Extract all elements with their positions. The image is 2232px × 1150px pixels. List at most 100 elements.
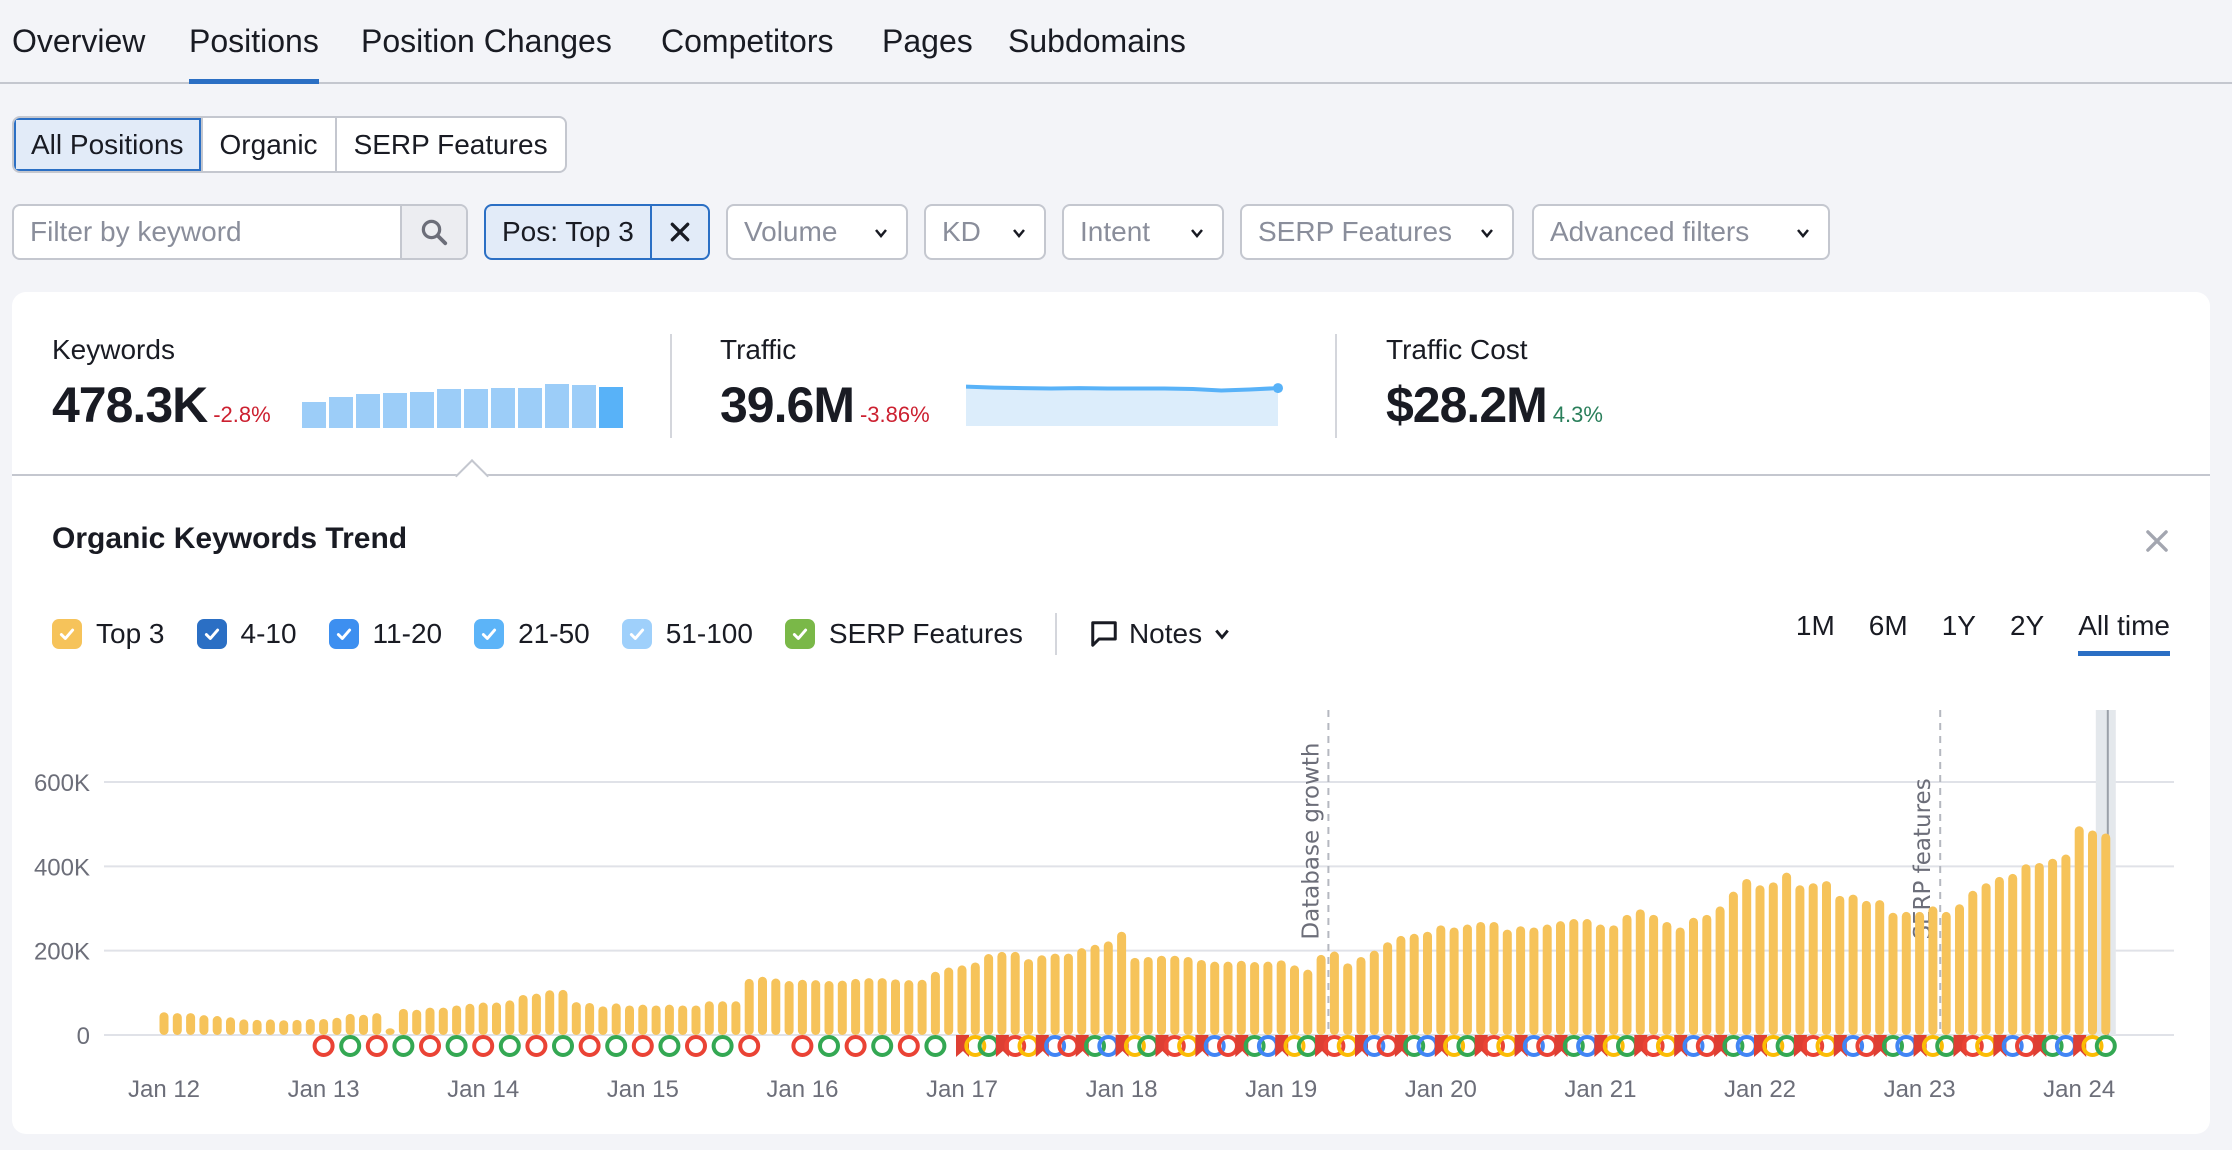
google-update-icon[interactable] xyxy=(605,1035,628,1057)
bar-top-3[interactable] xyxy=(797,979,807,1035)
bar-top-3[interactable] xyxy=(492,1002,501,1035)
bar-top-3[interactable] xyxy=(2008,873,2018,1035)
range-6m[interactable]: 6M xyxy=(1869,610,1908,650)
bar-top-3[interactable] xyxy=(1157,955,1166,1035)
bar-top-3[interactable] xyxy=(1103,941,1113,1035)
bar-top-3[interactable] xyxy=(1063,953,1073,1035)
google-update-icon[interactable] xyxy=(445,1035,468,1057)
bar-top-3[interactable] xyxy=(1143,956,1153,1035)
bar-top-3[interactable] xyxy=(638,1004,648,1035)
bar-top-3[interactable] xyxy=(1449,927,1459,1035)
bar-top-3[interactable] xyxy=(1010,951,1020,1035)
google-update-icon[interactable] xyxy=(2054,1035,2077,1057)
bar-top-3[interactable] xyxy=(1968,890,1978,1035)
bar-top-3[interactable] xyxy=(425,1007,435,1035)
bar-top-3[interactable] xyxy=(771,978,781,1035)
intent-dropdown[interactable]: Intent xyxy=(1062,204,1224,260)
bar-top-3[interactable] xyxy=(1529,927,1539,1035)
bar-top-3[interactable] xyxy=(731,1001,741,1035)
bar-top-3[interactable] xyxy=(611,1003,621,1035)
tab-subdomains[interactable]: Subdomains xyxy=(1008,20,1186,82)
bar-top-3[interactable] xyxy=(1130,957,1140,1035)
bar-top-3[interactable] xyxy=(398,1008,408,1035)
bar-top-3[interactable] xyxy=(1329,951,1339,1035)
bar-top-3[interactable] xyxy=(877,978,887,1035)
bar-top-3[interactable] xyxy=(1343,963,1353,1035)
range-1y[interactable]: 1Y xyxy=(1942,610,1976,650)
tab-competitors[interactable]: Competitors xyxy=(661,20,834,82)
bar-top-3[interactable] xyxy=(1994,876,2004,1035)
bar-top-3[interactable] xyxy=(811,980,821,1035)
bar-top-3[interactable] xyxy=(1462,924,1472,1035)
bar-top-3[interactable] xyxy=(930,971,940,1035)
bar-top-3[interactable] xyxy=(505,1000,515,1035)
bar-top-3[interactable] xyxy=(917,979,927,1035)
google-update-icon[interactable] xyxy=(844,1035,867,1057)
notes-dropdown[interactable]: Notes xyxy=(1089,618,1230,650)
bar-top-3[interactable] xyxy=(478,1002,488,1035)
bar-top-3[interactable] xyxy=(1356,956,1366,1035)
bar-top-3[interactable] xyxy=(598,1006,608,1035)
bar-top-3[interactable] xyxy=(1782,872,1792,1035)
google-update-icon[interactable] xyxy=(472,1035,495,1057)
bar-top-3[interactable] xyxy=(851,978,861,1035)
bar-top-3[interactable] xyxy=(226,1017,235,1035)
bar-top-3[interactable] xyxy=(1276,960,1286,1035)
segment-serp-features[interactable]: SERP Features xyxy=(337,118,565,171)
bar-top-3[interactable] xyxy=(1981,883,1991,1035)
google-update-icon[interactable] xyxy=(897,1035,920,1057)
bar-top-3[interactable] xyxy=(172,1013,182,1035)
bar-top-3[interactable] xyxy=(2074,826,2084,1035)
bar-top-3[interactable] xyxy=(1196,959,1206,1035)
tab-position-changes[interactable]: Position Changes xyxy=(361,20,612,82)
bar-top-3[interactable] xyxy=(292,1019,302,1035)
volume-dropdown[interactable]: Volume xyxy=(726,204,908,260)
bar-top-3[interactable] xyxy=(345,1013,355,1035)
bar-top-3[interactable] xyxy=(891,979,900,1035)
keywords-metric[interactable]: Keywords 478.3K -2.8% xyxy=(52,334,271,434)
google-update-icon[interactable] xyxy=(312,1035,335,1057)
google-update-icon[interactable] xyxy=(658,1035,681,1057)
bar-top-3[interactable] xyxy=(1928,906,1938,1035)
bar-top-3[interactable] xyxy=(691,1005,701,1035)
google-update-icon[interactable] xyxy=(552,1035,574,1057)
range-all-time[interactable]: All time xyxy=(2078,610,2170,656)
bar-top-3[interactable] xyxy=(1396,935,1406,1035)
bar-top-3[interactable] xyxy=(1050,953,1060,1035)
bar-top-3[interactable] xyxy=(1822,881,1831,1035)
google-update-icon[interactable] xyxy=(339,1035,362,1057)
bar-top-3[interactable] xyxy=(625,1005,634,1035)
legend-4-10[interactable]: 4-10 xyxy=(196,618,297,650)
bar-top-3[interactable] xyxy=(1263,961,1273,1035)
bar-top-3[interactable] xyxy=(1569,919,1579,1035)
bar-top-3[interactable] xyxy=(1848,894,1858,1035)
google-update-icon[interactable] xyxy=(365,1035,388,1057)
google-update-icon[interactable] xyxy=(1536,1035,1559,1057)
range-2y[interactable]: 2Y xyxy=(2010,610,2044,650)
bar-top-3[interactable] xyxy=(1250,962,1260,1035)
bar-top-3[interactable] xyxy=(744,978,754,1035)
bar-top-3[interactable] xyxy=(252,1019,262,1035)
bar-top-3[interactable] xyxy=(651,1005,661,1035)
google-update-icon[interactable] xyxy=(1177,1035,1200,1057)
legend-21-50[interactable]: 21-50 xyxy=(474,618,590,650)
bar-top-3[interactable] xyxy=(1516,926,1526,1035)
bar-top-3[interactable] xyxy=(1675,927,1685,1035)
google-update-icon[interactable] xyxy=(711,1035,734,1057)
bar-top-3[interactable] xyxy=(718,1001,728,1035)
bar-top-3[interactable] xyxy=(1901,911,1911,1035)
bar-top-3[interactable] xyxy=(2021,864,2031,1035)
google-update-icon[interactable] xyxy=(1137,1035,1160,1057)
bar-top-3[interactable] xyxy=(1476,921,1486,1035)
tab-positions[interactable]: Positions xyxy=(189,20,319,84)
bar-top-3[interactable] xyxy=(1875,900,1885,1035)
bar-top-3[interactable] xyxy=(2048,858,2058,1035)
google-update-icon[interactable] xyxy=(685,1035,707,1057)
bar-top-3[interactable] xyxy=(1303,969,1313,1035)
bar-top-3[interactable] xyxy=(159,1012,169,1035)
bar-top-3[interactable] xyxy=(319,1018,329,1035)
kd-dropdown[interactable]: KD xyxy=(924,204,1046,260)
bar-top-3[interactable] xyxy=(944,967,954,1035)
legend-51-100[interactable]: 51-100 xyxy=(621,618,753,650)
bar-top-3[interactable] xyxy=(2088,830,2097,1035)
